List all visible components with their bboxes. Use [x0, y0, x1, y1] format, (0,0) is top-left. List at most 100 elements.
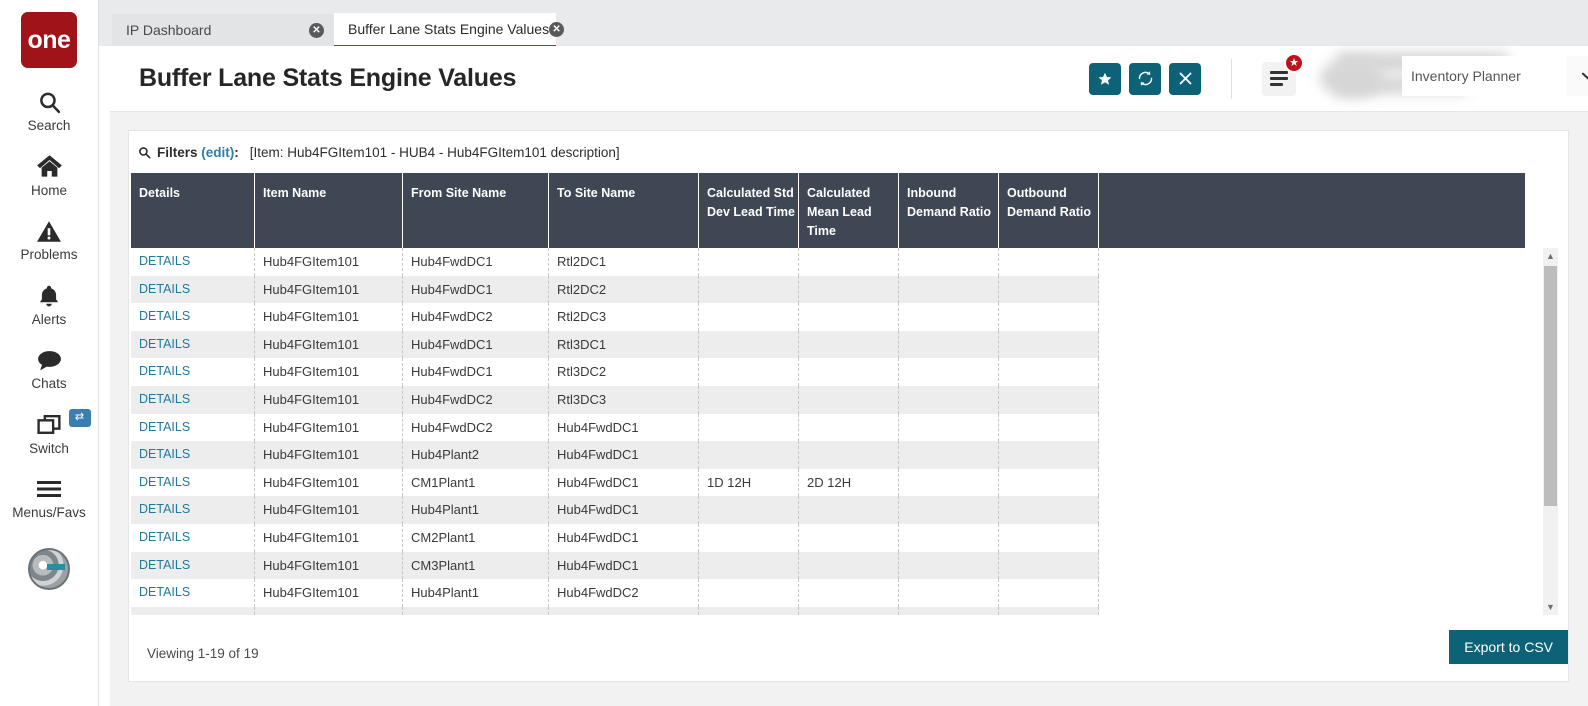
cell-to: Hub4FwdDC1: [549, 469, 699, 497]
cell-from: Hub4Plant2: [403, 441, 549, 469]
table-vertical-scrollbar[interactable]: ▲ ▼: [1543, 248, 1558, 615]
column-header-item-name[interactable]: Item Name: [255, 173, 403, 248]
table-row: DETAILSHub4FGItem101Hub4FwdDC2Rtl2DC3: [131, 303, 1525, 331]
column-header-calculated-mean-lead-time[interactable]: Calculated Mean Lead Time: [799, 173, 899, 248]
header-action-group: ★ Inventory Planner: [1089, 50, 1588, 108]
details-link[interactable]: DETAILS: [131, 276, 255, 304]
switch-toggle-badge-icon[interactable]: ⇄: [69, 409, 91, 427]
bell-icon: [37, 282, 61, 310]
sidebar-item-switch[interactable]: ⇄ Switch: [0, 411, 99, 456]
cell-mean: [799, 386, 899, 414]
details-link[interactable]: DETAILS: [131, 469, 255, 497]
cell-inbound: [899, 496, 999, 524]
details-link[interactable]: DETAILS: [131, 524, 255, 552]
sidebar-item-alerts[interactable]: Alerts: [0, 282, 99, 327]
cell-std: [699, 303, 799, 331]
cell-outbound: [999, 276, 1099, 304]
close-icon[interactable]: ✕: [309, 23, 324, 38]
details-link[interactable]: DETAILS: [131, 248, 255, 276]
cell-item: Hub4FGItem101: [255, 303, 403, 331]
cell-from: Hub4FwdDC2: [403, 303, 549, 331]
favorite-button[interactable]: [1089, 63, 1121, 95]
sidebar-item-label: Search: [28, 119, 71, 133]
table-row: DETAILSHub4FGItem101Hub4FwdDC1Rtl3DC1: [131, 331, 1525, 359]
cell-mean: [799, 331, 899, 359]
cell-std: [699, 524, 799, 552]
cell-spacer: [1099, 524, 1525, 552]
details-link[interactable]: DETAILS: [131, 607, 255, 615]
column-header-inbound-demand-ratio[interactable]: Inbound Demand Ratio: [899, 173, 999, 248]
close-button[interactable]: [1169, 63, 1201, 95]
sidebar-item-chats[interactable]: Chats: [0, 346, 99, 391]
sidebar-item-menus-favs[interactable]: Menus/Favs: [0, 475, 99, 520]
table-row: DETAILSHub4FGItem101Hub4Plant1Hub4FwdDC1: [131, 496, 1525, 524]
cell-to: Rtl2DC1: [549, 248, 699, 276]
cell-inbound: [899, 552, 999, 580]
table-body: DETAILSHub4FGItem101Hub4FwdDC1Rtl2DC1DET…: [131, 248, 1525, 615]
column-header-from-site-name[interactable]: From Site Name: [403, 173, 549, 248]
sidebar-item-problems[interactable]: Problems: [0, 217, 99, 262]
details-link[interactable]: DETAILS: [131, 303, 255, 331]
scrollbar-thumb[interactable]: [1544, 266, 1557, 506]
details-link[interactable]: DETAILS: [131, 414, 255, 442]
sidebar-item-search[interactable]: Search: [0, 88, 99, 133]
refresh-button[interactable]: [1129, 63, 1161, 95]
details-link[interactable]: DETAILS: [131, 579, 255, 607]
details-link[interactable]: DETAILS: [131, 496, 255, 524]
app-menu-button[interactable]: ★: [1262, 62, 1296, 96]
cell-outbound: [999, 579, 1099, 607]
cell-outbound: [999, 303, 1099, 331]
one-logo-text: one: [28, 26, 71, 55]
cell-to: Hub4FwdDC1: [549, 496, 699, 524]
chevron-down-icon[interactable]: [1566, 56, 1588, 96]
column-header-spacer: [1099, 173, 1525, 248]
details-link[interactable]: DETAILS: [131, 441, 255, 469]
sidebar-item-label: Home: [31, 184, 67, 198]
details-link[interactable]: DETAILS: [131, 358, 255, 386]
cell-outbound: [999, 496, 1099, 524]
cell-outbound: [999, 331, 1099, 359]
details-link[interactable]: DETAILS: [131, 331, 255, 359]
close-icon[interactable]: ✕: [549, 22, 564, 37]
one-logo[interactable]: one: [21, 12, 77, 68]
cell-spacer: [1099, 607, 1525, 615]
cell-mean: [799, 496, 899, 524]
filters-edit-link[interactable]: (edit): [201, 145, 234, 160]
export-to-csv-button[interactable]: Export to CSV: [1449, 630, 1568, 664]
cell-from: CM3Plant1: [403, 552, 549, 580]
record-count-label: Viewing 1-19 of 19: [147, 646, 259, 661]
search-icon: [138, 146, 151, 159]
tab-buffer-lane-stats-engine-values[interactable]: Buffer Lane Stats Engine Values ✕: [334, 13, 556, 48]
cell-mean: [799, 248, 899, 276]
details-link[interactable]: DETAILS: [131, 552, 255, 580]
column-header-calculated-std-dev-lead-time[interactable]: Calculated Std Dev Lead Time: [699, 173, 799, 248]
cell-std: [699, 552, 799, 580]
warning-triangle-icon: [36, 217, 62, 245]
sidebar-item-home[interactable]: Home: [0, 153, 99, 198]
cell-spacer: [1099, 276, 1525, 304]
header-divider: [1231, 59, 1232, 99]
scroll-up-icon[interactable]: ▲: [1543, 248, 1558, 264]
cell-to: Rtl2DC2: [549, 276, 699, 304]
browser-tab-strip: IP Dashboard ✕ Buffer Lane Stats Engine …: [99, 0, 1588, 46]
cell-std: [699, 414, 799, 442]
role-select[interactable]: Inventory Planner: [1402, 56, 1588, 96]
column-header-to-site-name[interactable]: To Site Name: [549, 173, 699, 248]
cell-to: Rtl3DC1: [549, 331, 699, 359]
cell-mean: [799, 303, 899, 331]
table-header-row: Details Item Name From Site Name To Site…: [131, 173, 1525, 248]
chat-bubble-icon: [36, 346, 63, 374]
column-header-outbound-demand-ratio[interactable]: Outbound Demand Ratio: [999, 173, 1099, 248]
menu-notification-badge: ★: [1284, 53, 1304, 73]
cell-spacer: [1099, 579, 1525, 607]
details-link[interactable]: DETAILS: [131, 386, 255, 414]
tab-ip-dashboard[interactable]: IP Dashboard ✕: [112, 14, 334, 46]
star-icon: [1097, 71, 1113, 87]
table-row: DETAILSHub4FGItem101Hub4FwdDC2Hub4FwdDC1: [131, 414, 1525, 442]
cell-item: Hub4FGItem101: [255, 579, 403, 607]
column-header-details[interactable]: Details: [131, 173, 255, 248]
close-x-icon: [1178, 71, 1193, 86]
sidebar-item-label: Switch: [29, 442, 69, 456]
scroll-down-icon[interactable]: ▼: [1543, 599, 1558, 615]
user-avatar-icon[interactable]: [28, 548, 70, 590]
